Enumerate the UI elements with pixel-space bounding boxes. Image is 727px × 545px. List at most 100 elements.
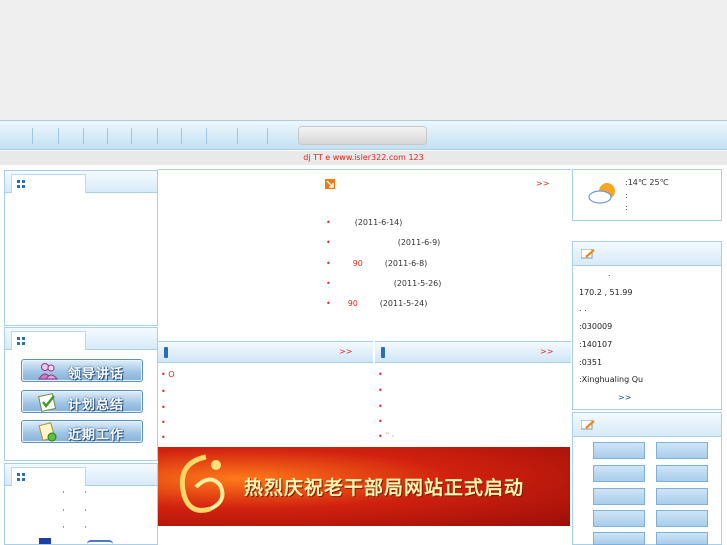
area-code-line: :140107 [579,340,613,349]
header-marker [164,347,168,358]
grid-icon [17,473,25,481]
info-more-link[interactable]: >> [618,393,631,402]
sub-right-item[interactable]: • [378,370,383,379]
weather-panel: :14℃ 25℃ : : [572,169,722,221]
nav-separator [237,128,238,144]
recent-work-label: 近期工作 [68,428,125,443]
friend-link-box[interactable] [656,488,708,505]
sub-left-item[interactable]: • [161,433,166,442]
plan-summary-button[interactable]: 计划总结 [21,390,143,413]
panel-tab[interactable] [11,467,86,486]
friend-link-box[interactable] [593,465,645,482]
news-item[interactable]: • (2011-5-26) [326,279,441,288]
left-panel-top-header [5,171,157,193]
sub-left-item[interactable]: • [161,403,166,412]
postal-code: :030009 [579,322,613,331]
sub-panel-right-header: >> [375,341,571,363]
nav-separator [157,128,158,144]
weather-temperature: :14℃ 25℃ [625,178,669,187]
left-panel-quick-links: 领导讲话 计划总结 近期工作 [4,327,158,461]
partner-logo[interactable] [39,538,51,544]
bullet: • [326,259,331,268]
nav-separator [83,128,84,144]
top-banner [0,0,727,120]
header-marker [381,347,385,358]
banner-title: 热烈庆祝老干部局网站正式启动 [244,477,525,499]
dot-text: · [62,488,65,498]
sub-right-item[interactable]: • [378,402,383,411]
dot-text: · [62,523,65,533]
friend-link-box[interactable] [593,488,645,505]
nav-separator [107,128,108,144]
info-line: . . [579,304,587,313]
nav-separator [181,128,182,144]
arrow-icon [325,179,335,189]
news-item[interactable]: • 90 (2011-6-8) [326,259,427,268]
panel-tab[interactable] [11,331,86,350]
friend-link-box[interactable] [656,532,708,545]
info-line: 170.2 , 51.99 [579,288,633,297]
panel-tab[interactable] [11,174,86,193]
friend-link-box[interactable] [593,442,645,459]
friend-link-box[interactable] [656,465,708,482]
pencil-icon [581,249,595,259]
news-panel [158,169,571,340]
recent-work-button[interactable]: 近期工作 [21,420,143,443]
leader-speech-button[interactable]: 领导讲话 [21,359,143,382]
bullet: • [326,279,331,288]
sub-right-item[interactable]: • [378,386,383,395]
address-line: :Xinghualing Qu [579,375,644,384]
phone-area-code: :0351 [579,358,603,367]
sub-left-more-link[interactable]: >> [339,347,352,356]
left-panel-quick-links-header [5,328,157,350]
sub-left-item[interactable]: • [161,387,166,396]
dot-text: · [62,506,65,516]
friend-link-box[interactable] [593,510,645,527]
sub-right-item[interactable]: • ¨ · [378,432,394,441]
news-item[interactable]: • (2011-6-14) [326,218,402,227]
checklist-icon [38,393,57,412]
bullet: • [326,218,331,227]
bullet: • [326,238,331,247]
nav-separator [32,128,33,144]
anniversary-emblem-icon [179,454,225,513]
friend-link-box[interactable] [656,510,708,527]
sub-left-item[interactable]: • [161,418,166,427]
sub-left-item[interactable]: • O [161,370,175,379]
nav-search-box[interactable] [298,126,427,145]
leader-speech-label: 领导讲话 [68,367,125,382]
grid-icon [17,337,25,345]
info-panel-header [573,242,721,266]
news-more-link[interactable]: >> [536,179,549,188]
weather-line: : [625,191,628,200]
pencil-icon [581,420,595,430]
weather-line: : [625,203,628,212]
dot-text: · [84,523,87,533]
dot-text: · [84,488,87,498]
left-panel-bottom: · · · · · · [4,463,158,545]
plan-summary-label: 计划总结 [68,398,125,413]
partly-cloudy-icon [588,183,615,204]
nav-separator [267,128,268,144]
left-panel-top [4,170,158,326]
people-icon [38,363,58,380]
nav-separator [131,128,132,144]
links-panel-header [573,413,721,437]
celebration-banner[interactable]: 热烈庆祝老干部局网站正式启动 [158,447,570,526]
sub-right-more-link[interactable]: >> [540,347,553,356]
document-icon [38,422,57,442]
friend-link-box[interactable] [593,532,645,545]
news-item[interactable]: • (2011-6-9) [326,238,440,247]
info-line: . [608,269,611,278]
dot-text: · [84,506,87,516]
bullet: • [326,299,331,308]
sub-right-item[interactable]: • [378,417,383,426]
news-item[interactable]: • 90 (2011-5-24) [326,299,427,308]
grid-icon [17,180,25,188]
scrolling-notice-text: dj TT e www.isler322.com 123 [303,153,424,162]
friend-link-box[interactable] [656,442,708,459]
scrolling-notice: dj TT e www.isler322.com 123 [0,151,727,165]
partner-logo[interactable] [87,540,113,544]
nav-separator [206,128,207,144]
sub-panel-left-header: >> [158,341,373,363]
